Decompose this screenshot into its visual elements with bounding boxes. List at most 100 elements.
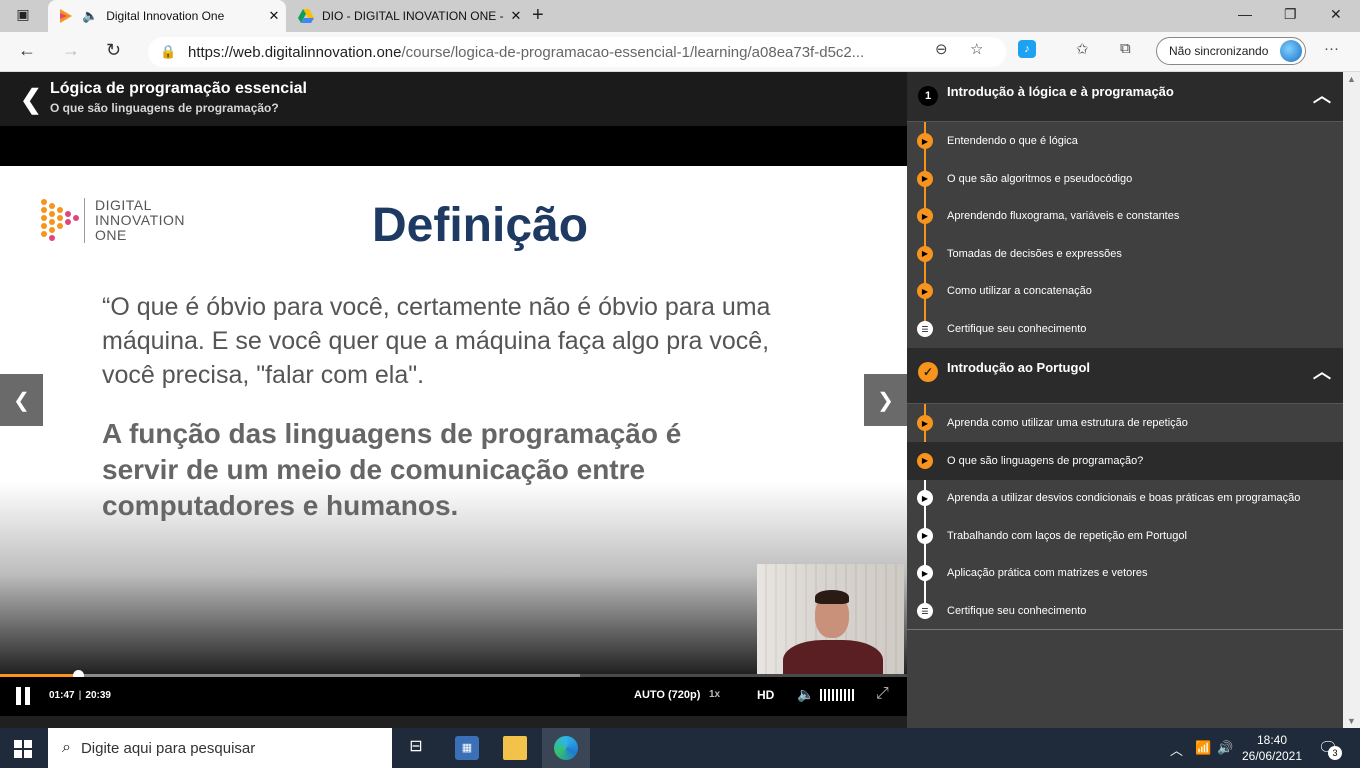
time-display: 01:47 | 20:39: [49, 690, 111, 701]
play-icon: ▶: [917, 208, 933, 225]
close-window-icon[interactable]: ✕: [1330, 6, 1342, 23]
volume-tray-icon[interactable]: 🔊: [1217, 740, 1233, 756]
volume-slider[interactable]: [820, 689, 856, 701]
quality-selector[interactable]: AUTO (720p): [634, 689, 700, 701]
lesson-item[interactable]: ☰ Certifique seu conhecimento: [907, 310, 1343, 348]
extension-icon[interactable]: ♪: [1018, 40, 1036, 58]
course-sidebar: 1 Introdução à lógica e à programação ︿ …: [907, 72, 1343, 728]
volume-icon[interactable]: 🔈: [797, 686, 814, 703]
lesson-title: Tomadas de decisões e expressões: [947, 247, 1122, 260]
section-header-1[interactable]: 1 Introdução à lógica e à programação ︿: [907, 72, 1343, 122]
taskbar-search-box[interactable]: ⌕ Digite aqui para pesquisar: [48, 728, 392, 768]
play-icon: ▶: [917, 565, 933, 582]
speed-selector[interactable]: 1x: [709, 689, 720, 700]
lesson-title: Aprendendo fluxograma, variáveis e const…: [947, 210, 1180, 223]
lesson-item[interactable]: ▶ Aprendendo fluxograma, variáveis e cons…: [907, 197, 1343, 235]
tab-digital-innovation-one[interactable]: 🔈 Digital Innovation One ✕: [48, 0, 286, 32]
add-favorite-icon[interactable]: ☆: [970, 40, 983, 58]
chevron-right-icon: ❯: [877, 389, 894, 412]
chevron-up-icon[interactable]: ︿: [1313, 358, 1331, 384]
drive-favicon-icon: [298, 9, 314, 23]
lesson-item[interactable]: ▶ Aprenda como utilizar uma estrutura de …: [907, 404, 1343, 442]
scroll-up-icon[interactable]: ▲: [1347, 74, 1356, 84]
lesson-title: O que são linguagens de programação?: [947, 454, 1144, 467]
lock-icon[interactable]: 🔒: [160, 44, 178, 60]
clock-date: 26/06/2021: [1241, 749, 1303, 763]
lesson-item[interactable]: ▶ Trabalhando com laços de repetição em P…: [907, 517, 1343, 555]
collections-icon[interactable]: ⧉: [1120, 40, 1131, 57]
task-view-icon[interactable]: ⊟: [404, 736, 428, 760]
profile-avatar: [1280, 40, 1302, 62]
restore-icon[interactable]: ❐: [1284, 6, 1297, 23]
lesson-item[interactable]: ▶ O que são algoritmos e pseudocódigo: [907, 160, 1343, 198]
file-explorer-icon[interactable]: [503, 736, 527, 760]
lesson-title: Aprenda a utilizar desvios condicionais …: [947, 492, 1301, 505]
forward-arrow-icon[interactable]: →: [62, 40, 80, 61]
pause-icon[interactable]: [14, 687, 32, 705]
control-panel-icon[interactable]: ▦: [455, 736, 479, 760]
more-menu-icon[interactable]: ···: [1324, 40, 1339, 57]
previous-lesson-button[interactable]: ❮: [0, 374, 43, 426]
completed-check-icon: ✓: [918, 362, 938, 382]
play-icon: ▶: [917, 415, 933, 431]
close-tab-icon[interactable]: ✕: [504, 8, 528, 24]
course-header: ❮ Lógica de programação essencial O que …: [0, 72, 907, 126]
notification-count: 3: [1328, 746, 1342, 760]
search-icon: ⌕: [62, 739, 71, 756]
duration: 20:39: [85, 690, 111, 701]
sidebar-scrollbar[interactable]: ▲ ▼: [1343, 72, 1360, 728]
quiz-list-icon: ☰: [917, 603, 933, 619]
hd-toggle[interactable]: HD: [757, 688, 774, 702]
video-player[interactable]: DIGITAL INNOVATION ONE Definição “O que …: [0, 126, 907, 716]
quiz-list-icon: ☰: [917, 321, 933, 337]
taskbar-clock[interactable]: 18:40 26/06/2021: [1238, 732, 1306, 764]
profile-sync-button[interactable]: Não sincronizando: [1156, 37, 1306, 65]
section-header-2[interactable]: ✓ Introdução ao Portugol ︿: [907, 348, 1343, 404]
lesson-title: O que são linguagens de programação?: [50, 101, 279, 115]
lesson-item[interactable]: ▶ Aplicação prática com matrizes e vetore…: [907, 554, 1343, 592]
dio-logo-text: DIGITAL INNOVATION ONE: [84, 198, 185, 243]
close-tab-icon[interactable]: ✕: [262, 8, 286, 24]
chevron-up-icon[interactable]: ︿: [1313, 82, 1331, 108]
speaker-icon[interactable]: 🔈: [82, 8, 98, 24]
new-tab-icon[interactable]: +: [532, 4, 544, 27]
url-text[interactable]: https://web.digitalinnovation.one/course…: [188, 44, 918, 61]
lesson-item[interactable]: ☰ Certifique seu conhecimento: [907, 592, 1343, 630]
play-icon: ▶: [917, 133, 933, 149]
fullscreen-icon[interactable]: ⤢: [876, 685, 889, 703]
slide-statement: A função das linguagens de programação é…: [102, 418, 682, 521]
slide-heading: Definição: [372, 199, 589, 252]
back-chevron-icon[interactable]: ❮: [20, 84, 42, 115]
minimize-icon[interactable]: —: [1238, 6, 1252, 22]
chevron-left-icon: ❮: [13, 389, 30, 412]
address-bar[interactable]: 🔒 https://web.digitalinnovation.one/cour…: [148, 37, 1006, 67]
lesson-item[interactable]: ▶ Entendendo o que é lógica: [907, 122, 1343, 160]
lesson-item-current[interactable]: ▶ O que são linguagens de programação?: [907, 441, 1343, 480]
back-arrow-icon[interactable]: ←: [18, 40, 36, 61]
sync-label: Não sincronizando: [1169, 44, 1269, 58]
lesson-item[interactable]: ▶ Tomadas de decisões e expressões: [907, 235, 1343, 273]
tab-actions-icon[interactable]: ▣: [8, 6, 38, 26]
divider: [907, 629, 1343, 630]
browser-toolbar: ← → ↻ 🔒 https://web.digitalinnovation.on…: [0, 32, 1360, 72]
play-icon: ▶: [917, 283, 933, 300]
edge-taskbar-button[interactable]: [542, 728, 590, 768]
notifications-icon[interactable]: 🗨3: [1318, 738, 1342, 760]
logo-line: INNOVATION: [95, 212, 186, 228]
zoom-icon[interactable]: ⊖: [935, 40, 948, 58]
windows-start-icon[interactable]: [14, 740, 32, 758]
scroll-down-icon[interactable]: ▼: [1347, 716, 1356, 726]
lesson-title: Entendendo o que é lógica: [947, 135, 1078, 147]
url-domain: https://web.digitalinnovation.one: [188, 43, 402, 61]
section-title: Introdução ao Portugol: [947, 360, 1090, 375]
next-lesson-button[interactable]: ❯: [864, 374, 907, 426]
refresh-icon[interactable]: ↻: [106, 40, 121, 61]
lesson-item[interactable]: ▶ Como utilizar a concatenação: [907, 272, 1343, 310]
tab-title: DIO - DIGITAL INOVATION ONE -: [322, 9, 504, 23]
network-icon[interactable]: 📶: [1195, 740, 1211, 756]
lesson-item[interactable]: ▶ Aprenda a utilizar desvios condicionais…: [907, 479, 1343, 517]
tray-chevron-icon[interactable]: ︿: [1170, 740, 1183, 759]
tab-dio-drive[interactable]: DIO - DIGITAL INOVATION ONE - ✕: [288, 0, 528, 32]
windows-taskbar: ⌕ Digite aqui para pesquisar ⊟ ▦ ︿ 📶 🔊 1…: [0, 728, 1360, 768]
favorites-icon[interactable]: ✩: [1076, 40, 1089, 58]
